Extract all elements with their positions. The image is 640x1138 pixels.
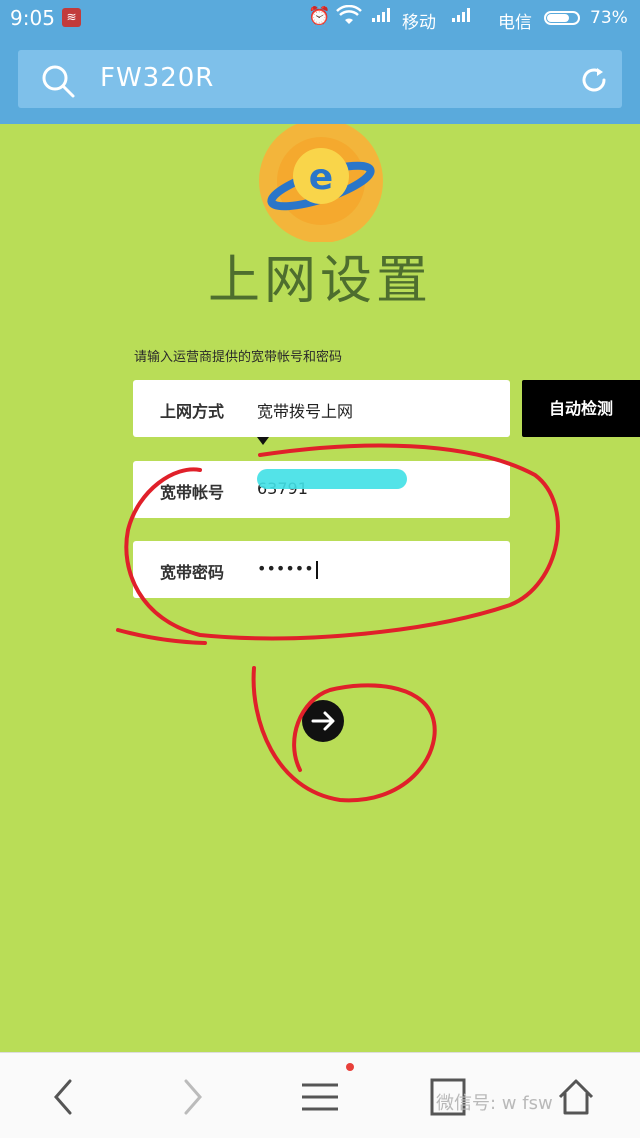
next-button[interactable] bbox=[302, 700, 344, 742]
text-cursor bbox=[315, 560, 318, 579]
connection-type-value[interactable]: 宽带拨号上网 bbox=[257, 398, 353, 422]
battery-percentage: 73% bbox=[590, 8, 628, 28]
arrow-right-icon bbox=[311, 711, 335, 731]
page-title: 上网设置 bbox=[207, 251, 432, 311]
wifi-icon bbox=[336, 4, 362, 32]
instruction-text: 请输入运营商提供的宽带帐号和密码 bbox=[134, 350, 343, 365]
connection-type-label: 上网方式 bbox=[160, 402, 225, 421]
redaction-mark bbox=[257, 469, 407, 489]
address-text[interactable]: FW320R bbox=[100, 63, 214, 93]
dropdown-arrow-icon bbox=[257, 437, 269, 445]
internet-logo: e bbox=[259, 119, 383, 243]
alarm-icon: ⏰ bbox=[308, 6, 331, 27]
auto-detect-button[interactable]: 自动检测 bbox=[522, 380, 640, 437]
address-bar[interactable]: FW320R bbox=[18, 50, 622, 108]
status-bar: 9:05 ≋ ⏰ 移动 电信 73% bbox=[0, 0, 640, 38]
wechat-watermark: 微信号: w fsw bbox=[436, 1093, 553, 1114]
signal-strength-icon bbox=[452, 8, 470, 22]
account-field[interactable]: 宽带帐号 63791 bbox=[133, 461, 510, 518]
search-icon[interactable] bbox=[40, 63, 76, 103]
account-label: 宽带帐号 bbox=[160, 483, 225, 502]
home-icon[interactable] bbox=[556, 1077, 596, 1121]
refresh-icon[interactable] bbox=[578, 64, 610, 100]
browser-header: FW320R bbox=[0, 38, 640, 124]
notification-dot bbox=[346, 1063, 354, 1071]
password-dots: •••••• bbox=[257, 559, 314, 578]
back-icon[interactable] bbox=[50, 1077, 76, 1121]
signal-strength-icon bbox=[372, 8, 390, 22]
svg-text:e: e bbox=[309, 157, 333, 198]
password-input[interactable]: •••••• bbox=[257, 559, 318, 579]
password-label: 宽带密码 bbox=[160, 563, 225, 582]
carrier-label: 移动 bbox=[402, 13, 436, 33]
connection-type-select[interactable]: 上网方式 宽带拨号上网 bbox=[133, 380, 510, 445]
notification-icon: ≋ bbox=[62, 8, 81, 27]
battery-icon bbox=[544, 11, 580, 25]
status-time: 9:05 bbox=[10, 6, 55, 30]
password-field[interactable]: 宽带密码 •••••• bbox=[133, 541, 510, 598]
forward-icon[interactable] bbox=[180, 1077, 206, 1121]
carrier-label: 电信 bbox=[498, 13, 532, 33]
bottom-nav: 微信号: w fsw bbox=[0, 1052, 640, 1138]
menu-icon[interactable] bbox=[300, 1063, 354, 1121]
